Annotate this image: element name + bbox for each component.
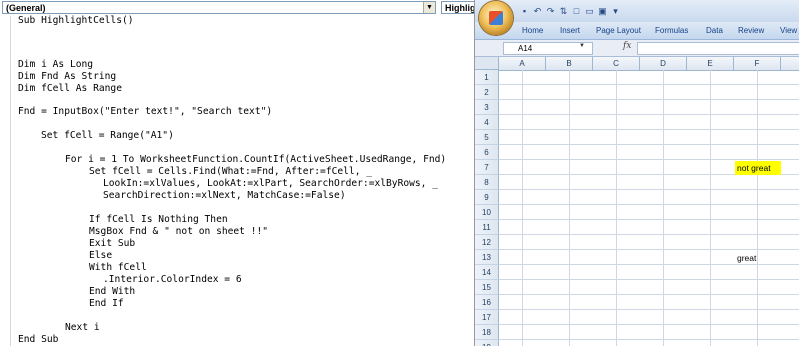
code-line: If fCell Is Nothing Then: [89, 214, 228, 225]
insert-function-icon[interactable]: fx: [623, 41, 631, 51]
sort-icon[interactable]: ⇅: [558, 6, 569, 17]
column-header-c[interactable]: C: [593, 57, 640, 70]
tab-review[interactable]: Review: [738, 26, 764, 35]
row-header[interactable]: 5: [475, 130, 499, 145]
cell-f13[interactable]: great: [735, 251, 781, 265]
object-dropdown[interactable]: (General) ▼: [2, 1, 436, 14]
excel-window: ▪ ↶ ↷ ⇅ □ ▭ ▣ ▾ Home Insert Page Layout Formulas Da…: [475, 0, 799, 346]
column-header-b[interactable]: B: [546, 57, 593, 70]
ribbon-tabs: Home Insert Page Layout Formulas Data Review V…: [475, 22, 799, 40]
code-line: With fCell: [89, 262, 147, 273]
redo-icon[interactable]: ↷: [545, 6, 556, 17]
tab-data[interactable]: Data: [706, 26, 723, 35]
column-header-a[interactable]: A: [499, 57, 546, 70]
open-icon[interactable]: ▭: [584, 6, 595, 17]
procedure-dropdown-value: HighlightCells: [445, 3, 475, 13]
row-header[interactable]: 4: [475, 115, 499, 130]
row-header[interactable]: 7: [475, 160, 499, 175]
row-header[interactable]: 15: [475, 280, 499, 295]
code-line: End Sub: [18, 334, 59, 345]
row-header[interactable]: 10: [475, 205, 499, 220]
cell-f7[interactable]: not great: [735, 161, 781, 175]
row-header[interactable]: 13: [475, 250, 499, 265]
row-header[interactable]: 17: [475, 310, 499, 325]
row-header[interactable]: 14: [475, 265, 499, 280]
row-header[interactable]: 11: [475, 220, 499, 235]
row-header[interactable]: 8: [475, 175, 499, 190]
code-line: Else: [89, 250, 113, 261]
code-line: End With: [89, 286, 136, 297]
code-line: SearchDirection:=xlNext, MatchCase:=Fals…: [103, 190, 346, 201]
tab-formulas[interactable]: Formulas: [655, 26, 688, 35]
code-line: Dim fCell As Range: [18, 83, 122, 94]
undo-icon[interactable]: ↶: [532, 6, 543, 17]
office-button[interactable]: [479, 1, 513, 35]
code-line: Dim i As Long: [18, 59, 94, 70]
column-headers: ABCDEF: [475, 57, 799, 71]
code-line: .Interior.ColorIndex = 6: [103, 274, 242, 285]
quick-print-icon[interactable]: ▣: [597, 6, 608, 17]
column-header-f[interactable]: F: [734, 57, 781, 70]
tab-view[interactable]: View: [780, 26, 797, 35]
code-line: Sub HighlightCells(): [18, 15, 134, 26]
procedure-dropdown[interactable]: HighlightCells: [441, 1, 475, 14]
row-header[interactable]: 1: [475, 70, 499, 85]
new-icon[interactable]: □: [571, 6, 582, 17]
save-icon[interactable]: ▪: [519, 6, 530, 17]
vba-code-window: (General) ▼ HighlightCells Sub Highlight…: [0, 0, 475, 346]
code-line: Fnd = InputBox("Enter text!", "Search te…: [18, 106, 273, 117]
quick-access-toolbar: ▪ ↶ ↷ ⇅ □ ▭ ▣ ▾: [519, 5, 621, 18]
row-header[interactable]: 16: [475, 295, 499, 310]
object-dropdown-value: (General): [6, 3, 46, 13]
worksheet-grid[interactable]: not great great: [499, 70, 799, 346]
chevron-down-icon[interactable]: ▼: [423, 2, 435, 13]
select-all-button[interactable]: [475, 57, 499, 70]
title-bar: ▪ ↶ ↷ ⇅ □ ▭ ▣ ▾: [475, 0, 799, 22]
code-line: End If: [89, 298, 124, 309]
code-line: Set fCell = Range("A1"): [41, 130, 174, 141]
row-header[interactable]: 9: [475, 190, 499, 205]
margin-indicator-bar: [0, 16, 11, 346]
row-header[interactable]: 6: [475, 145, 499, 160]
column-header-e[interactable]: E: [687, 57, 734, 70]
row-header[interactable]: 12: [475, 235, 499, 250]
row-header[interactable]: 2: [475, 85, 499, 100]
code-line: Dim Fnd As String: [18, 71, 117, 82]
formula-bar: A14 ▼ fx: [475, 40, 799, 57]
tab-home[interactable]: Home: [522, 26, 543, 35]
office-logo-icon: [489, 11, 503, 25]
name-box-value: A14: [518, 44, 533, 53]
tab-insert[interactable]: Insert: [560, 26, 580, 35]
code-line: MsgBox Fnd & " not on sheet !!": [89, 226, 269, 237]
code-line: LookIn:=xlValues, LookAt:=xlPart, Search…: [103, 178, 439, 189]
column-header-d[interactable]: D: [640, 57, 687, 70]
code-line: Exit Sub: [89, 238, 136, 249]
code-line: For i = 1 To WorksheetFunction.CountIf(A…: [65, 154, 447, 165]
code-line: Next i: [65, 322, 100, 333]
chevron-down-icon[interactable]: ▼: [579, 43, 585, 49]
code-line: Set fCell = Cells.Find(What:=Fnd, After:…: [89, 166, 373, 177]
formula-input[interactable]: [637, 42, 799, 55]
row-header[interactable]: 3: [475, 100, 499, 115]
row-header[interactable]: 19: [475, 340, 499, 346]
tab-page-layout[interactable]: Page Layout: [596, 26, 641, 35]
customize-icon[interactable]: ▾: [610, 6, 621, 17]
row-header[interactable]: 18: [475, 325, 499, 340]
